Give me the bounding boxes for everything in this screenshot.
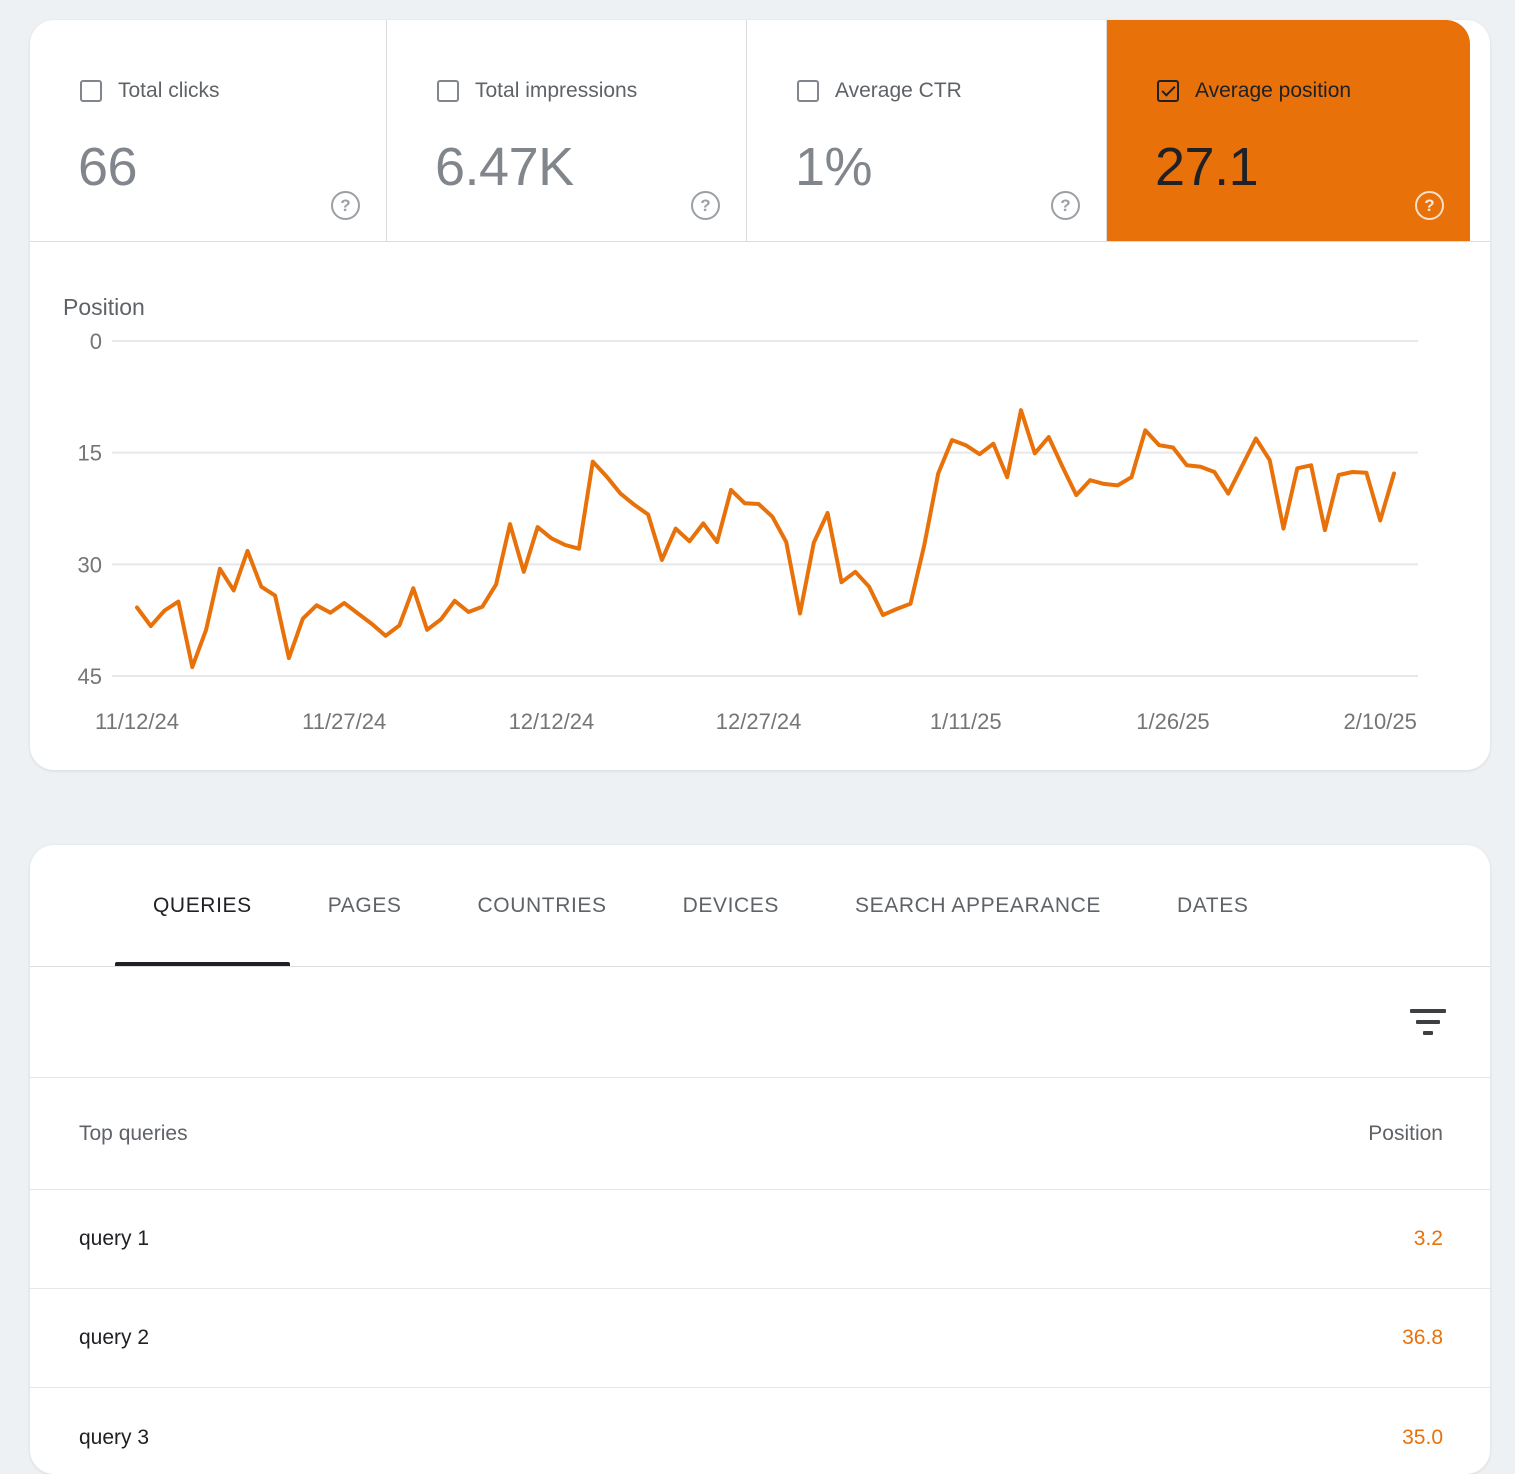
metric-tile-average-position[interactable]: Average position 27.1 ?	[1107, 20, 1470, 241]
total-impressions-value: 6.47K	[435, 137, 574, 197]
svg-text:Position: Position	[63, 294, 145, 320]
svg-text:15: 15	[78, 441, 102, 466]
help-icon[interactable]: ?	[691, 191, 720, 220]
position-cell: 36.8	[1402, 1326, 1443, 1349]
help-icon[interactable]: ?	[331, 191, 360, 220]
svg-text:1/26/25: 1/26/25	[1136, 709, 1209, 734]
help-icon[interactable]: ?	[1415, 191, 1444, 220]
total-clicks-checkbox[interactable]	[80, 80, 102, 102]
tab-queries[interactable]: QUERIES	[115, 845, 290, 966]
metric-label: Total impressions	[475, 79, 638, 102]
metric-toggle-average-position[interactable]: Average position	[1155, 79, 1470, 103]
filter-row	[30, 967, 1490, 1078]
svg-text:0: 0	[90, 329, 102, 354]
svg-text:12/12/24: 12/12/24	[509, 709, 595, 734]
svg-text:12/27/24: 12/27/24	[716, 709, 802, 734]
position-chart: 0 15 30 45 Position 11/12/24 11/27/24 12/12/24 1…	[30, 242, 1490, 769]
metrics-row: Total clicks 66 ? Total impressions 6.47…	[30, 20, 1490, 242]
filter-list-icon[interactable]	[1408, 1002, 1448, 1042]
svg-text:1/11/25: 1/11/25	[930, 709, 1002, 734]
tab-devices[interactable]: DEVICES	[645, 845, 817, 966]
svg-text:45: 45	[78, 664, 102, 689]
metric-tile-total-clicks[interactable]: Total clicks 66 ?	[30, 20, 387, 241]
average-ctr-value: 1%	[795, 137, 873, 197]
table-row[interactable]: query 3 35.0	[30, 1388, 1490, 1474]
metric-toggle-average-ctr[interactable]: Average CTR	[795, 79, 1106, 103]
total-clicks-value: 66	[78, 137, 138, 197]
average-position-checkbox[interactable]	[1157, 80, 1179, 102]
column-header-position[interactable]: Position	[1368, 1122, 1443, 1146]
metric-toggle-total-clicks[interactable]: Total clicks	[78, 79, 386, 103]
metric-label: Average CTR	[835, 79, 962, 102]
metric-label: Average position	[1195, 79, 1352, 102]
help-icon[interactable]: ?	[1051, 191, 1080, 220]
metric-tile-average-ctr[interactable]: Average CTR 1% ?	[747, 20, 1107, 241]
query-cell[interactable]: query 3	[79, 1426, 149, 1450]
position-cell: 35.0	[1402, 1425, 1443, 1449]
tab-pages[interactable]: PAGES	[290, 845, 440, 966]
position-cell: 3.2	[1413, 1227, 1443, 1250]
average-position-value: 27.1	[1155, 137, 1259, 197]
table-row[interactable]: query 1 3.2	[30, 1190, 1490, 1289]
total-impressions-checkbox[interactable]	[437, 80, 459, 102]
tab-countries[interactable]: COUNTRIES	[440, 845, 645, 966]
tab-dates[interactable]: DATES	[1139, 845, 1286, 966]
table-row[interactable]: query 2 36.8	[30, 1289, 1490, 1388]
metrics-filler	[1470, 20, 1490, 241]
tab-search-appearance[interactable]: SEARCH APPEARANCE	[817, 845, 1139, 966]
position-chart-svg: 0 15 30 45 Position 11/12/24 11/27/24 12/12/24 1…	[63, 294, 1418, 734]
metric-toggle-total-impressions[interactable]: Total impressions	[435, 79, 746, 103]
performance-card: Total clicks 66 ? Total impressions 6.47…	[30, 20, 1490, 770]
query-cell[interactable]: query 2	[79, 1326, 149, 1350]
metric-label: Total clicks	[118, 79, 220, 102]
svg-text:30: 30	[78, 552, 102, 577]
query-cell[interactable]: query 1	[79, 1227, 149, 1251]
svg-text:2/10/25: 2/10/25	[1343, 709, 1416, 734]
average-ctr-checkbox[interactable]	[797, 80, 819, 102]
metric-tile-total-impressions[interactable]: Total impressions 6.47K ?	[387, 20, 747, 241]
tab-bar: QUERIES PAGES COUNTRIES DEVICES SEARCH A…	[30, 845, 1490, 967]
dimensions-card: QUERIES PAGES COUNTRIES DEVICES SEARCH A…	[30, 845, 1490, 1474]
column-header-top-queries[interactable]: Top queries	[79, 1122, 188, 1146]
svg-text:11/27/24: 11/27/24	[302, 709, 386, 734]
table-header: Top queries Position	[30, 1078, 1490, 1190]
svg-text:11/12/24: 11/12/24	[95, 709, 179, 734]
